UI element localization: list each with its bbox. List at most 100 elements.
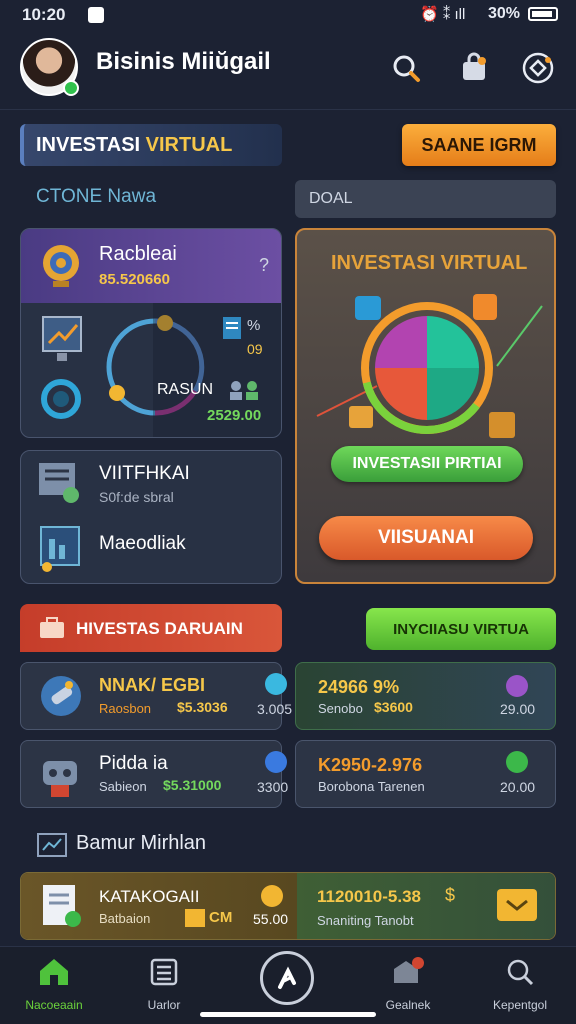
row-3-value: $5.31000	[163, 777, 222, 793]
row-4-sub: Borobona Tarenen	[318, 779, 425, 794]
investasi-virtual-button[interactable]: INYCIIASU VIRTUA	[366, 608, 556, 650]
row-2-right: 29.00	[500, 701, 536, 717]
shopping-bag-icon[interactable]	[456, 50, 492, 86]
nav-label-search: Kepentgol	[492, 998, 548, 1012]
search-icon	[507, 959, 534, 986]
row-2-badge-icon	[506, 675, 528, 697]
document-check-icon	[39, 881, 85, 936]
online-indicator	[63, 80, 79, 96]
portfolio-value: 85.520660	[99, 271, 170, 288]
row-3-right: 3300	[257, 779, 289, 795]
signal-icons: ⏰ ⁑ ıll	[420, 6, 466, 23]
row-4-title: K2950-2.976	[318, 755, 423, 775]
nav-label-list: Uarlor	[147, 998, 181, 1012]
battery-percent: 30%	[488, 5, 521, 22]
refresh-icon	[39, 377, 83, 426]
summary-left-badge: CM	[209, 909, 233, 926]
help-icon[interactable]: ?	[259, 255, 269, 276]
nav-item-list[interactable]: Uarlor	[114, 957, 214, 1012]
row-1-value: $5.3036	[177, 699, 228, 715]
portfolio-title: Racbleai	[99, 243, 177, 265]
status-bar: 10:20 ⏰ ⁑ ıll 30%	[0, 0, 576, 30]
section-banner-investasi: INVESTASI VIRTUAL	[20, 124, 282, 166]
list-icon	[150, 958, 178, 986]
row-1-badge-icon	[265, 673, 287, 695]
coin-icon	[261, 885, 283, 907]
summary-left-value: 55.00	[253, 911, 289, 927]
row-1-sub: Raosbon	[99, 701, 152, 716]
task-item-1-sub: S0f:de sbral	[99, 489, 174, 505]
row-3-sub: Sabieon	[99, 779, 147, 794]
section-banner-daruain: HIVESTAS DARUAIN	[20, 604, 282, 652]
document-icon	[221, 315, 243, 346]
report-icon	[37, 525, 83, 578]
clipboard-icon	[37, 461, 83, 510]
inbox-icon	[394, 957, 424, 983]
section2-banner-text: HIVESTAS DARUAIN	[76, 619, 243, 638]
investment-row-2[interactable]: 24966 9% Senobo $3600 29.00	[295, 662, 556, 730]
app-header: Bisinis Miiŭgail	[0, 30, 576, 110]
row-1-title: NNAK/ EGBI	[99, 675, 206, 695]
investment-row-4[interactable]: K2950-2.976 Borobona Tarenen 20.00	[295, 740, 556, 808]
nav-label-inbox: Gealnek	[385, 998, 431, 1012]
status-time: 10:20	[22, 5, 66, 24]
banner-text-1: INVESTASI	[36, 134, 146, 156]
summary-left: KATAKOGAII Batbaion CM 55.00	[21, 873, 297, 939]
row-2-value: $3600	[374, 699, 413, 715]
tasks-card[interactable]: VIITFHKAI S0f:de sbral Maeodliak	[20, 450, 282, 584]
task-item-2-title: Maeodliak	[99, 533, 186, 554]
section3-title: Bamur Mirhlan	[76, 832, 207, 854]
feature-card-title: INVESTASI VIRTUAL	[331, 252, 528, 274]
center-action-button[interactable]	[260, 951, 314, 1005]
nav-item-search[interactable]: Kepentgol	[470, 957, 570, 1012]
nav-item-inbox[interactable]: Gealnek	[358, 957, 458, 1012]
mail-icon[interactable]	[497, 889, 537, 921]
home-icon	[40, 959, 68, 985]
row-2-title: 24966 9%	[318, 677, 400, 697]
row-1-right: 3.005	[257, 701, 293, 717]
invest-green-button[interactable]: INVESTASII PIRTIAI	[331, 446, 523, 482]
row-3-badge-icon	[265, 751, 287, 773]
investment-pie-illustration	[307, 286, 547, 451]
row-4-right: 20.00	[500, 779, 536, 795]
portfolio-card[interactable]: Racbleai 85.520660 ? % 09 RASUN 2529.00	[20, 228, 282, 438]
folder-chart-icon	[36, 830, 68, 863]
action-icon	[278, 966, 296, 989]
task-item-1-title: VIITFHKAI	[99, 463, 190, 484]
people-icon	[227, 379, 261, 406]
center-value: 2529.00	[207, 407, 262, 424]
rocket-icon	[37, 673, 85, 724]
badge-box-icon	[185, 909, 205, 927]
nav-item-home[interactable]: Nacoeaain	[4, 957, 104, 1012]
goal-input[interactable]: DOAL	[295, 180, 556, 218]
visualize-button[interactable]: VIISUANAI	[319, 516, 533, 560]
summary-left-sub: Batbaion	[99, 911, 151, 926]
summary-card[interactable]: KATAKOGAII Batbaion CM 55.00 1120010-5.3…	[20, 872, 556, 940]
robot-icon	[35, 749, 85, 806]
investment-feature-card[interactable]: INVESTASI VIRTUAL INVESTASII PIRTIAI VII…	[295, 228, 556, 584]
save-button[interactable]: SAANE IGRM	[402, 124, 556, 166]
row-2-sub: Senobo	[318, 701, 363, 716]
row-4-badge-icon	[506, 751, 528, 773]
percent-label: %	[247, 317, 261, 334]
summary-left-title: KATAKOGAII	[99, 887, 200, 906]
summary-right: 1120010-5.38 $ Snaniting Tanobt	[297, 873, 555, 939]
nav-label-home: Nacoeaain	[25, 998, 83, 1012]
investment-row-3[interactable]: Pidda ia Sabieon $5.31000 3300	[20, 740, 288, 808]
gear-coin-icon	[35, 239, 87, 296]
notification-icon	[88, 7, 104, 23]
summary-right-sub: Snaniting Tanobt	[317, 913, 414, 928]
row-3-title: Pidda ia	[99, 753, 168, 774]
home-indicator	[200, 1012, 376, 1017]
settings-icon[interactable]	[520, 50, 556, 86]
center-label: RASUN	[157, 381, 214, 398]
banner-text-2: VIRTUAL	[145, 134, 233, 156]
section-sub-label: CTONE Nawa	[36, 186, 157, 207]
battery-icon	[528, 7, 558, 21]
briefcase-icon	[38, 616, 66, 645]
chart-board-icon	[41, 315, 85, 368]
investment-row-1[interactable]: NNAK/ EGBI Raosbon $5.3036 3.005	[20, 662, 292, 730]
search-icon[interactable]	[388, 50, 424, 86]
app-title: Bisinis Miiŭgail	[96, 48, 271, 75]
dollar-icon: $	[445, 885, 456, 905]
